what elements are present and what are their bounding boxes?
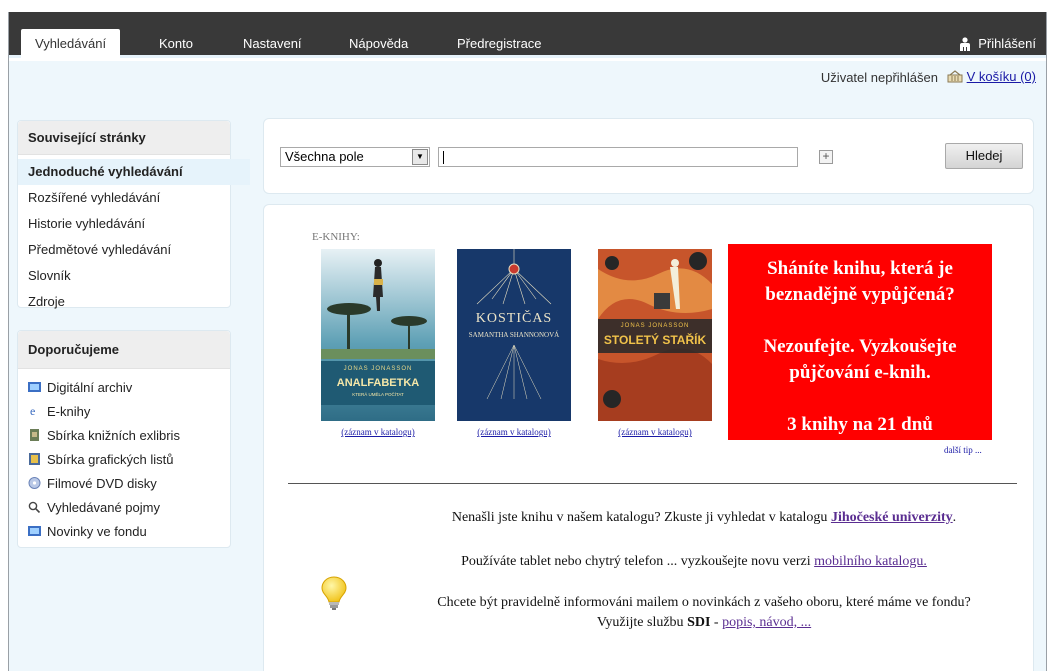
recommend-label: Vyhledávané pojmy [47,499,160,515]
search-input[interactable] [438,147,798,167]
ebook-promo-banner[interactable]: Sháníte knihu, která je beznadějně vypůj… [728,244,992,440]
archive-icon [28,382,41,392]
add-field-button[interactable]: + [819,150,833,164]
user-icon [960,37,971,51]
browser-frame: Vyhledávání Konto Nastavení Nápověda Pře… [8,12,1047,671]
sidebar-item-advanced-search[interactable]: Rozšířené vyhledávání [18,185,230,211]
book-catalog-link[interactable]: (záznam v katalogu) [457,427,571,437]
ebook-icon: e [30,405,35,417]
recommend-label: Filmové DVD disky [47,475,157,491]
recommend-label: E-knihy [47,403,91,419]
news-icon [28,526,41,536]
book-cover-kosticas[interactable]: KOSTIČAS SAMANTHA SHANNONOVÁ [457,249,571,421]
book-cover-analfabetka[interactable]: JONAS JONASSON ANALFABETKA KTERÁ UMĚLA P… [321,249,435,421]
tab-help[interactable]: Nápověda [349,30,408,58]
tab-account[interactable]: Konto [159,30,193,58]
user-status: Uživatel nepřihlášen [820,70,938,85]
tab-settings[interactable]: Nastavení [243,30,302,58]
sidebar-item-dictionary[interactable]: Slovník [18,263,230,289]
book-catalog-link[interactable]: (záznam v katalogu) [321,427,435,437]
sdi-help-link[interactable]: popis, návod, ... [722,615,811,630]
sdi-label: SDI [687,615,711,630]
info-sdi-line2: Využijte službu SDI - popis, návod, ... [596,615,812,630]
book-author: JONAS JONASSON [621,323,690,329]
promo-line: Sháníte knihu, která je [767,258,953,279]
recommend-label: Sbírka grafických listů [47,451,174,467]
recommend-panel: Doporučujeme Digitální archiv e E-knihy … [17,330,231,548]
book-title: KOSTIČAS [476,309,552,326]
search-button[interactable]: Hledej [945,143,1023,169]
book-cover-stolety-starik[interactable]: JONAS JONASSON STOLETÝ STAŘÍK [598,249,712,421]
search-icon [28,501,41,513]
sidebar-item-subject-search[interactable]: Předmětové vyhledávání [18,237,230,263]
basket-icon [947,70,963,83]
book-catalog-link[interactable]: (záznam v katalogu) [598,427,712,437]
lightbulb-icon [321,576,347,610]
recommend-label: Digitální archiv [47,379,133,395]
promo-line: beznadějně vypůjčená? [765,284,955,305]
graphics-icon [29,453,40,465]
promo-line: 3 knihy na 21 dnů [787,414,933,435]
next-tip-link[interactable]: další tip ... [944,445,982,455]
book-subtitle: KTERÁ UMĚLA POČÍTAT [352,390,404,397]
content-panel: E-KNIHY: JONAS JONASSON ANALFABETKA KTER… [263,204,1034,671]
sidebar-item-search-history[interactable]: Historie vyhledávání [18,211,230,237]
recommend-item-news[interactable]: Novinky ve fondu [18,519,230,543]
exlibris-icon [30,429,39,441]
book-author: JONAS JONASSON [344,366,413,372]
recommend-item-dvd[interactable]: Filmové DVD disky [18,471,230,495]
mobile-catalog-link[interactable]: mobilního katalogu. [814,554,927,569]
recommend-item-ebooks[interactable]: e E-knihy [18,399,230,423]
info-mobile-catalog: Používáte tablet nebo chytrý telefon ...… [461,554,927,569]
university-catalog-link[interactable]: Jihočeské univerzity [831,510,953,525]
login-link[interactable]: Přihlášení [958,30,1036,58]
sidebar-item-sources[interactable]: Zdroje [18,289,230,315]
tab-preregistration[interactable]: Předregistrace [457,30,542,58]
search-field-select[interactable]: Všechna pole ▼ [280,147,430,167]
promo-line: Nezoufejte. Vyzkoušejte [763,336,957,357]
recommend-item-graphics[interactable]: Sbírka grafických listů [18,447,230,471]
top-navigation: Vyhledávání Konto Nastavení Nápověda Pře… [9,12,1046,59]
recommend-item-searched-terms[interactable]: Vyhledávané pojmy [18,495,230,519]
search-panel: Všechna pole ▼ + Hledej [263,118,1034,194]
tab-search[interactable]: Vyhledávání [21,29,121,59]
related-pages-panel: Související stránky Jednoduché vyhledává… [17,120,250,309]
svg-text:e: e [30,405,35,417]
user-strip: Uživatel nepřihlášen V košíku (0) [9,61,1046,93]
book-author: SAMANTHA SHANNONOVÁ [469,331,559,339]
sidebar-item-simple-search[interactable]: Jednoduché vyhledávání [18,159,250,185]
ebooks-label: E-KNIHY: [312,231,360,243]
book-title: STOLETÝ STAŘÍK [604,332,707,347]
chevron-down-icon[interactable]: ▼ [412,149,428,165]
cart-link[interactable]: V košíku (0) [947,69,1036,84]
recommend-item-exlibris[interactable]: Sbírka knižních exlibris [18,423,230,447]
text-caret [443,151,444,164]
login-label: Přihlášení [978,36,1036,51]
search-field-value: Všechna pole [285,149,364,164]
recommend-label: Novinky ve fondu [47,523,147,539]
related-pages-title: Související stránky [18,121,230,155]
promo-line: půjčování e-knih. [789,362,931,383]
info-other-catalog: Nenašli jste knihu v našem katalogu? Zku… [451,510,957,525]
book-title: ANALFABETKA [337,377,420,389]
info-sdi-line1: Chcete být pravidelně informováni mailem… [437,595,971,610]
recommend-item-digital-archive[interactable]: Digitální archiv [18,375,230,399]
cart-label: V košíku (0) [966,69,1036,84]
recommend-title: Doporučujeme [18,331,230,369]
recommend-label: Sbírka knižních exlibris [47,427,180,443]
content-divider [288,483,1017,484]
dvd-icon [28,477,41,489]
